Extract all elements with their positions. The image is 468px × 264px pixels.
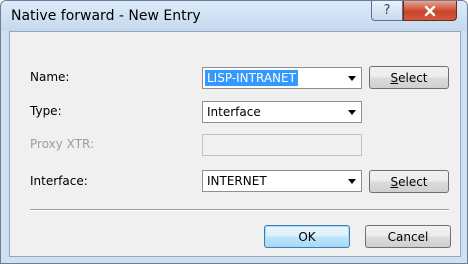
close-button[interactable] xyxy=(403,1,457,21)
proxy-xtr-field xyxy=(202,134,362,156)
interface-label: Interface: xyxy=(30,174,88,188)
proxy-xtr-label: Proxy XTR: xyxy=(30,137,95,151)
interface-select-button[interactable]: Select xyxy=(369,170,449,193)
interface-select-label: elect xyxy=(398,174,428,189)
name-select-mnemonic: S xyxy=(390,70,399,85)
window-title: Native forward - New Entry xyxy=(11,8,201,24)
name-combobox[interactable]: LISP-INTRANET xyxy=(202,67,362,89)
help-button[interactable]: ? xyxy=(371,1,403,21)
name-label: Name: xyxy=(30,70,70,84)
dialog-content: Name: LISP-INTRANET Select Type: Interfa… xyxy=(9,31,461,257)
dropdown-arrow-icon xyxy=(348,76,356,81)
name-select-button[interactable]: Select xyxy=(369,66,449,89)
interface-value: INTERNET xyxy=(207,174,267,188)
title-bar: Native forward - New Entry ? xyxy=(1,1,467,31)
cancel-label: Cancel xyxy=(387,229,429,244)
dropdown-arrow-icon xyxy=(348,179,356,184)
cancel-button[interactable]: Cancel xyxy=(365,225,451,248)
interface-combobox[interactable]: INTERNET xyxy=(202,170,362,192)
type-combobox[interactable]: Interface xyxy=(202,101,362,123)
dropdown-arrow-icon xyxy=(348,110,356,115)
help-icon: ? xyxy=(383,3,391,18)
ok-label: OK xyxy=(298,229,316,244)
name-value: LISP-INTRANET xyxy=(205,70,298,86)
type-value: Interface xyxy=(207,105,261,119)
name-select-label: elect xyxy=(398,70,428,85)
close-icon xyxy=(424,5,436,16)
separator xyxy=(30,209,449,211)
type-label: Type: xyxy=(30,104,62,118)
ok-button[interactable]: OK xyxy=(264,225,350,248)
interface-select-mnemonic: S xyxy=(390,174,399,189)
dialog-window: Native forward - New Entry ? Name: LISP-… xyxy=(0,0,468,264)
